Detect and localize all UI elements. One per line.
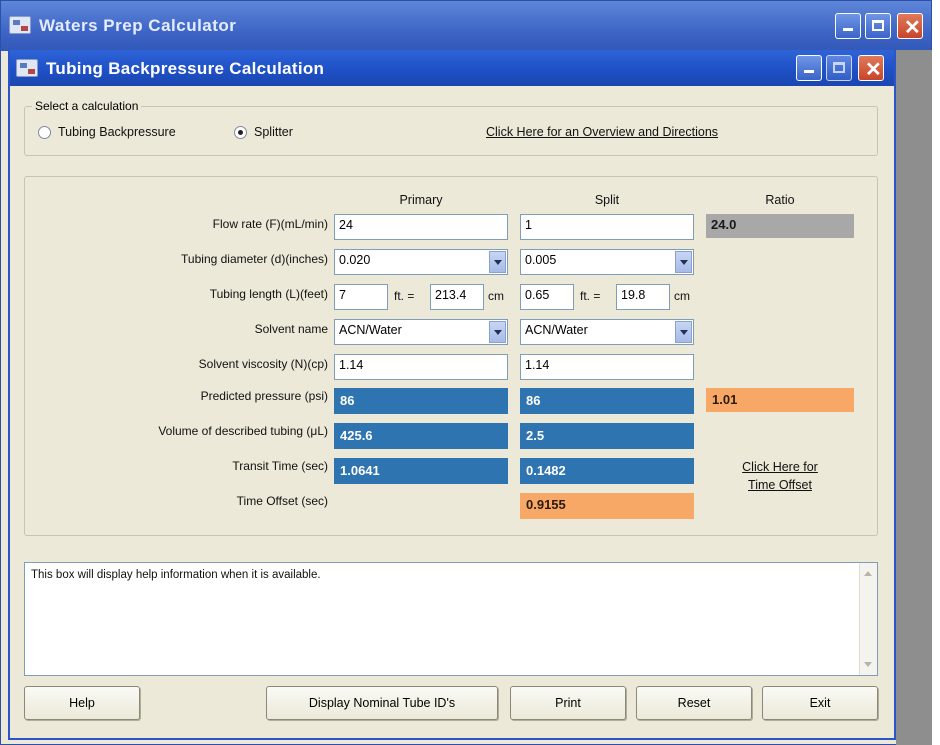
solvent-name-primary-select[interactable]: ACN/Water (334, 319, 508, 345)
maximize-button[interactable] (826, 55, 852, 81)
tubing-length-label: Tubing length (L)(feet) (209, 287, 328, 301)
time-offset-link-line1[interactable]: Click Here for (706, 460, 854, 474)
tubing-length-primary-eq: ft. = (394, 289, 415, 303)
minimize-icon (843, 28, 853, 31)
column-header-split: Split (594, 193, 620, 207)
outer-minimize-button[interactable] (835, 13, 861, 39)
close-icon: ✕ (865, 59, 882, 81)
column-header-ratio: Ratio (765, 193, 795, 207)
transit-time-split: 0.1482 (520, 458, 694, 484)
dropdown-arrow-icon[interactable] (675, 251, 692, 273)
print-button[interactable]: Print (510, 686, 626, 720)
flow-rate-label: Flow rate (F)(mL/min) (212, 217, 328, 231)
solvent-viscosity-primary-input[interactable]: 1.14 (334, 354, 508, 380)
tubing-window: Tubing Backpressure Calculation ✕ Select… (8, 50, 896, 740)
time-offset-link-line2[interactable]: Time Offset (706, 478, 854, 492)
help-scrollbar[interactable] (859, 563, 877, 675)
inner-title-bar[interactable]: Tubing Backpressure Calculation ✕ (10, 50, 894, 86)
overview-link[interactable]: Click Here for an Overview and Direction… (486, 125, 718, 139)
solvent-name-split-select[interactable]: ACN/Water (520, 319, 694, 345)
flow-rate-split-input[interactable]: 1 (520, 214, 694, 240)
radio-tubing-backpressure[interactable] (38, 126, 51, 139)
app-icon (9, 16, 31, 34)
scroll-down-icon[interactable] (864, 662, 872, 667)
tubing-length-primary-cm-input[interactable]: 213.4 (430, 284, 484, 310)
outer-title-bar[interactable]: Waters Prep Calculator ✕ (1, 1, 931, 51)
close-button[interactable]: ✕ (858, 55, 884, 81)
minimize-icon (804, 70, 814, 73)
radio-splitter-label[interactable]: Splitter (254, 125, 293, 139)
predicted-pressure-ratio: 1.01 (706, 388, 854, 412)
outer-close-button[interactable]: ✕ (897, 13, 923, 39)
flow-rate-ratio: 24.0 (706, 214, 854, 238)
tubing-diameter-split-value: 0.005 (525, 253, 557, 267)
predicted-pressure-primary: 86 (334, 388, 508, 414)
solvent-name-split-value: ACN/Water (525, 323, 588, 337)
tubing-length-primary-feet-input[interactable]: 7 (334, 284, 388, 310)
outer-window-title: Waters Prep Calculator (39, 16, 237, 35)
window-title: Tubing Backpressure Calculation (46, 59, 325, 78)
column-header-primary: Primary (399, 193, 443, 207)
volume-primary: 425.6 (334, 423, 508, 449)
time-offset-label: Time Offset (sec) (236, 494, 328, 508)
radio-splitter[interactable] (234, 126, 247, 139)
exit-button[interactable]: Exit (762, 686, 878, 720)
predicted-pressure-split: 86 (520, 388, 694, 414)
predicted-pressure-label: Predicted pressure (psi) (200, 389, 328, 403)
calculation-select-legend: Select a calculation (32, 99, 142, 113)
close-icon: ✕ (904, 17, 921, 39)
tubing-length-split-cm-input[interactable]: 19.8 (616, 284, 670, 310)
time-offset-split: 0.9155 (520, 493, 694, 519)
background-strip (896, 50, 932, 745)
solvent-viscosity-label: Solvent viscosity (N)(cp) (198, 357, 328, 371)
app-icon (16, 59, 38, 77)
solvent-viscosity-split-input[interactable]: 1.14 (520, 354, 694, 380)
dropdown-arrow-icon[interactable] (489, 321, 506, 343)
reset-button[interactable]: Reset (636, 686, 752, 720)
display-nominal-tube-ids-button[interactable]: Display Nominal Tube ID's (266, 686, 498, 720)
tubing-diameter-primary-value: 0.020 (339, 253, 371, 267)
dropdown-arrow-icon[interactable] (675, 321, 692, 343)
solvent-name-primary-value: ACN/Water (339, 323, 402, 337)
tubing-diameter-label: Tubing diameter (d)(inches) (181, 252, 328, 266)
tubing-length-primary-unit: cm (488, 289, 504, 303)
scroll-up-icon[interactable] (864, 571, 872, 576)
tubing-length-split-unit: cm (674, 289, 690, 303)
tubing-diameter-primary-select[interactable]: 0.020 (334, 249, 508, 275)
solvent-name-label: Solvent name (254, 322, 328, 336)
help-text: This box will display help information w… (31, 569, 321, 581)
transit-time-label: Transit Time (sec) (232, 459, 328, 473)
transit-time-primary: 1.0641 (334, 458, 508, 484)
help-button[interactable]: Help (24, 686, 140, 720)
tubing-length-split-feet-input[interactable]: 0.65 (520, 284, 574, 310)
volume-label: Volume of described tubing (μL) (158, 424, 328, 438)
dropdown-arrow-icon[interactable] (489, 251, 506, 273)
volume-split: 2.5 (520, 423, 694, 449)
outer-maximize-button[interactable] (865, 13, 891, 39)
tubing-length-split-eq: ft. = (580, 289, 601, 303)
tubing-diameter-split-select[interactable]: 0.005 (520, 249, 694, 275)
minimize-button[interactable] (796, 55, 822, 81)
flow-rate-primary-input[interactable]: 24 (334, 214, 508, 240)
help-box[interactable]: This box will display help information w… (24, 562, 878, 676)
maximize-icon (833, 62, 845, 73)
radio-tubing-backpressure-label[interactable]: Tubing Backpressure (58, 125, 176, 139)
maximize-icon (872, 20, 884, 31)
